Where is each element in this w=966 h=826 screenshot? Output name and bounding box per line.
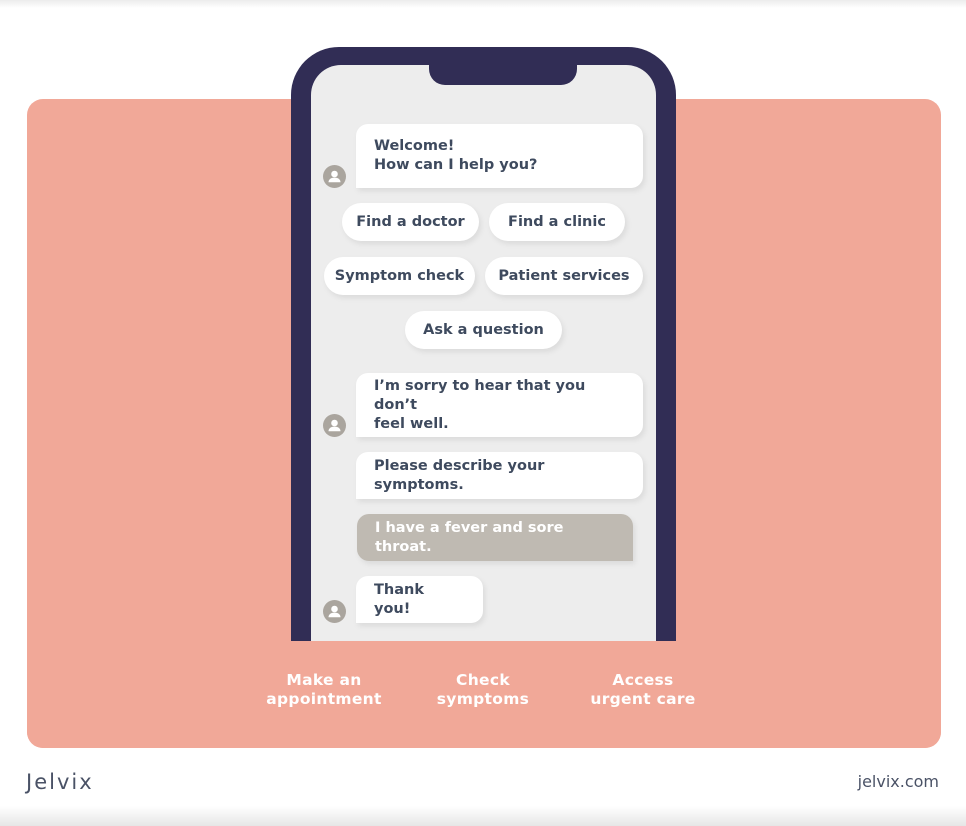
bot-message-describe: Please describe your symptoms. xyxy=(356,452,643,499)
quick-reply-find-doctor[interactable]: Find a doctor xyxy=(342,203,479,241)
feature-line: symptoms xyxy=(436,690,530,708)
phone-frame: Welcome! How can I help you? Find a doct… xyxy=(291,47,676,645)
sorry-line-1: I’m sorry to hear that you don’t xyxy=(374,377,586,413)
user-message: I have a fever and sore throat. xyxy=(357,514,633,561)
thanks-text: Thank you! xyxy=(374,581,424,617)
bot-message-thanks: Thank you! xyxy=(356,576,483,623)
quick-reply-ask-question[interactable]: Ask a question xyxy=(405,311,562,349)
bot-avatar-icon xyxy=(323,414,346,437)
sorry-line-2: feel well. xyxy=(374,415,449,432)
user-message-text: I have a fever and sore throat. xyxy=(375,519,564,555)
top-shade xyxy=(0,0,966,8)
feature-urgent-care: Access urgent care xyxy=(563,671,723,709)
website-link[interactable]: jelvix.com xyxy=(858,772,939,791)
feature-line: Make an xyxy=(286,671,362,689)
brand-logo: Jelvix xyxy=(26,770,94,794)
phone-screen: Welcome! How can I help you? Find a doct… xyxy=(311,65,656,645)
feature-make-appointment: Make an appointment xyxy=(244,671,404,709)
feature-check-symptoms: Check symptoms xyxy=(403,671,563,709)
bot-message-sorry: I’m sorry to hear that you don’t feel we… xyxy=(356,373,643,437)
quick-reply-find-clinic[interactable]: Find a clinic xyxy=(489,203,625,241)
feature-line: urgent care xyxy=(590,690,696,708)
bot-avatar-icon xyxy=(323,165,346,188)
bot-avatar-icon xyxy=(323,600,346,623)
bottom-shade xyxy=(0,806,966,826)
quick-reply-patient-services[interactable]: Patient services xyxy=(485,257,643,295)
describe-text: Please describe your symptoms. xyxy=(374,457,545,493)
feature-line: Check xyxy=(456,671,510,689)
phone-notch xyxy=(429,65,577,85)
feature-line: Access xyxy=(612,671,674,689)
bot-message-welcome: Welcome! How can I help you? xyxy=(356,124,643,188)
quick-reply-symptom-check[interactable]: Symptom check xyxy=(324,257,475,295)
feature-line: appointment xyxy=(266,690,382,708)
welcome-line-2: How can I help you? xyxy=(374,157,538,173)
welcome-line-1: Welcome! xyxy=(374,138,455,154)
